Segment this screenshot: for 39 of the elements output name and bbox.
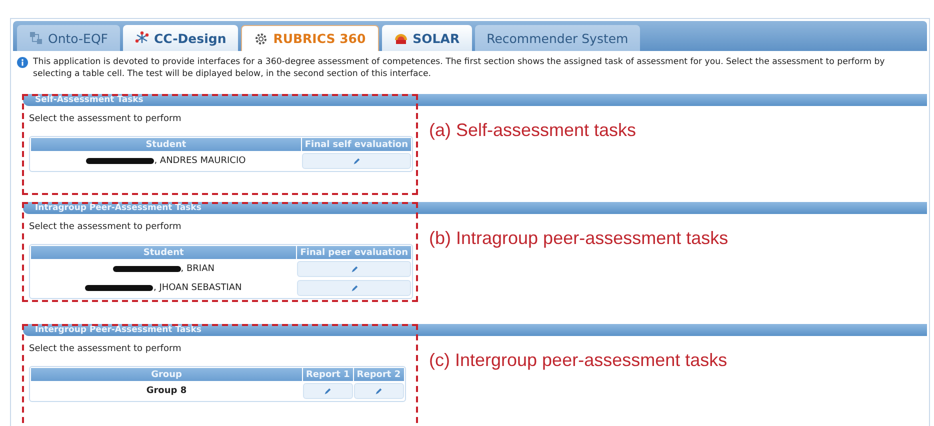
tab[interactable]: SOLAR bbox=[382, 25, 472, 51]
annotation-label: (a) Self-assessment tasks bbox=[429, 120, 636, 141]
prompt-text: Select the assessment to perform bbox=[29, 114, 182, 124]
table-cell: Group 8 bbox=[146, 386, 187, 396]
network-icon bbox=[29, 31, 43, 45]
sun-icon bbox=[394, 31, 408, 45]
edit-button[interactable] bbox=[297, 280, 411, 296]
pencil-icon bbox=[350, 284, 359, 292]
column-header: Report 1 bbox=[303, 368, 353, 381]
gear-icon bbox=[254, 32, 268, 46]
table-cell: , ANDRES MAURICIO bbox=[154, 156, 246, 166]
edit-button[interactable] bbox=[302, 153, 411, 169]
prompt-text: Select the assessment to perform bbox=[29, 222, 182, 232]
column-header: Report 2 bbox=[354, 368, 404, 381]
info-text: This application is devoted to provide interfaces for a 360-degree assessment of competences. The first section shows the assigned task of assessment for you. Select the assessment to perform by selecting a table cell. The test will be diplayed below, in the second section of this interface. bbox=[33, 56, 886, 81]
edit-button[interactable] bbox=[303, 383, 353, 399]
edit-button[interactable] bbox=[297, 261, 411, 277]
section-header: Intergroup Peer-Assessment Tasks bbox=[23, 324, 927, 336]
molecule-icon bbox=[134, 31, 149, 45]
section-header: Intragroup Peer-Assessment Tasks bbox=[23, 202, 927, 214]
column-header: Final self evaluation bbox=[302, 138, 411, 151]
pencil-icon bbox=[350, 264, 359, 274]
column-header: Final peer evaluation bbox=[297, 246, 411, 259]
table-cell: , JHOAN SEBASTIAN bbox=[153, 282, 242, 292]
annotation-label: (b) Intragroup peer-assessment tasks bbox=[429, 228, 728, 249]
edit-button[interactable] bbox=[354, 383, 404, 399]
column-header: Student bbox=[31, 138, 301, 151]
column-header: Group bbox=[31, 368, 302, 381]
section-header: Self-Assessment Tasks bbox=[23, 94, 927, 106]
annotation-label: (c) Intergroup peer-assessment tasks bbox=[429, 350, 728, 371]
tab[interactable]: RUBRICS 360 bbox=[241, 25, 379, 51]
info-icon bbox=[17, 57, 28, 68]
pencil-icon bbox=[374, 386, 384, 396]
tab[interactable]: CC-Design bbox=[122, 25, 238, 51]
table-cell: , BRIAN bbox=[180, 264, 214, 274]
prompt-text: Select the assessment to perform bbox=[29, 344, 182, 354]
column-header: Student bbox=[31, 246, 296, 259]
pencil-icon bbox=[352, 156, 361, 166]
pencil-icon bbox=[323, 386, 332, 396]
